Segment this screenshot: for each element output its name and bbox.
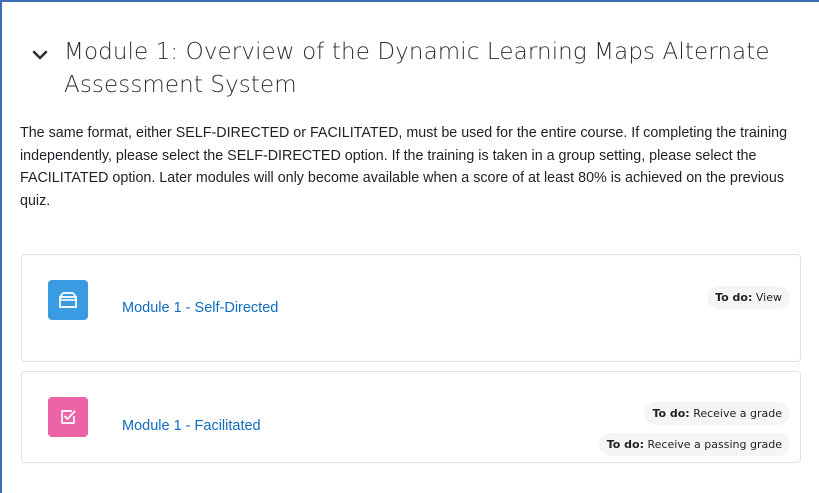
completion-badge: To do: Receive a passing grade	[598, 433, 790, 456]
activity-item: Module 1 - Self-Directed To do: View	[21, 254, 801, 362]
section-summary: The same format, either SELF-DIRECTED or…	[20, 125, 788, 209]
badge-label: To do:	[606, 438, 644, 451]
badge-text: Receive a passing grade	[647, 438, 783, 451]
section-header: Module 1: Overview of the Dynamic Learni…	[20, 0, 802, 102]
completion-badges: To do: View	[707, 286, 790, 309]
completion-badge: To do: Receive a grade	[644, 402, 790, 425]
activity-link[interactable]: Module 1 - Facilitated	[122, 418, 261, 434]
frame-left-border	[0, 0, 2, 493]
completion-badges: To do: Receive a grade To do: Receive a …	[598, 402, 790, 456]
chevron-down-icon[interactable]	[30, 45, 50, 65]
badge-label: To do:	[652, 407, 690, 420]
activity-item: Module 1 - Facilitated To do: Receive a …	[21, 371, 801, 463]
badge-text: View	[755, 291, 782, 304]
badge-label: To do:	[715, 291, 753, 304]
activity-link[interactable]: Module 1 - Self-Directed	[122, 300, 278, 316]
course-section: Module 1: Overview of the Dynamic Learni…	[20, 0, 802, 212]
completion-badge: To do: View	[707, 286, 790, 309]
package-icon[interactable]	[48, 280, 88, 320]
badge-text: Receive a grade	[693, 407, 782, 420]
checkbox-edit-icon[interactable]	[48, 397, 88, 437]
section-title: Module 1: Overview of the Dynamic Learni…	[64, 39, 770, 98]
